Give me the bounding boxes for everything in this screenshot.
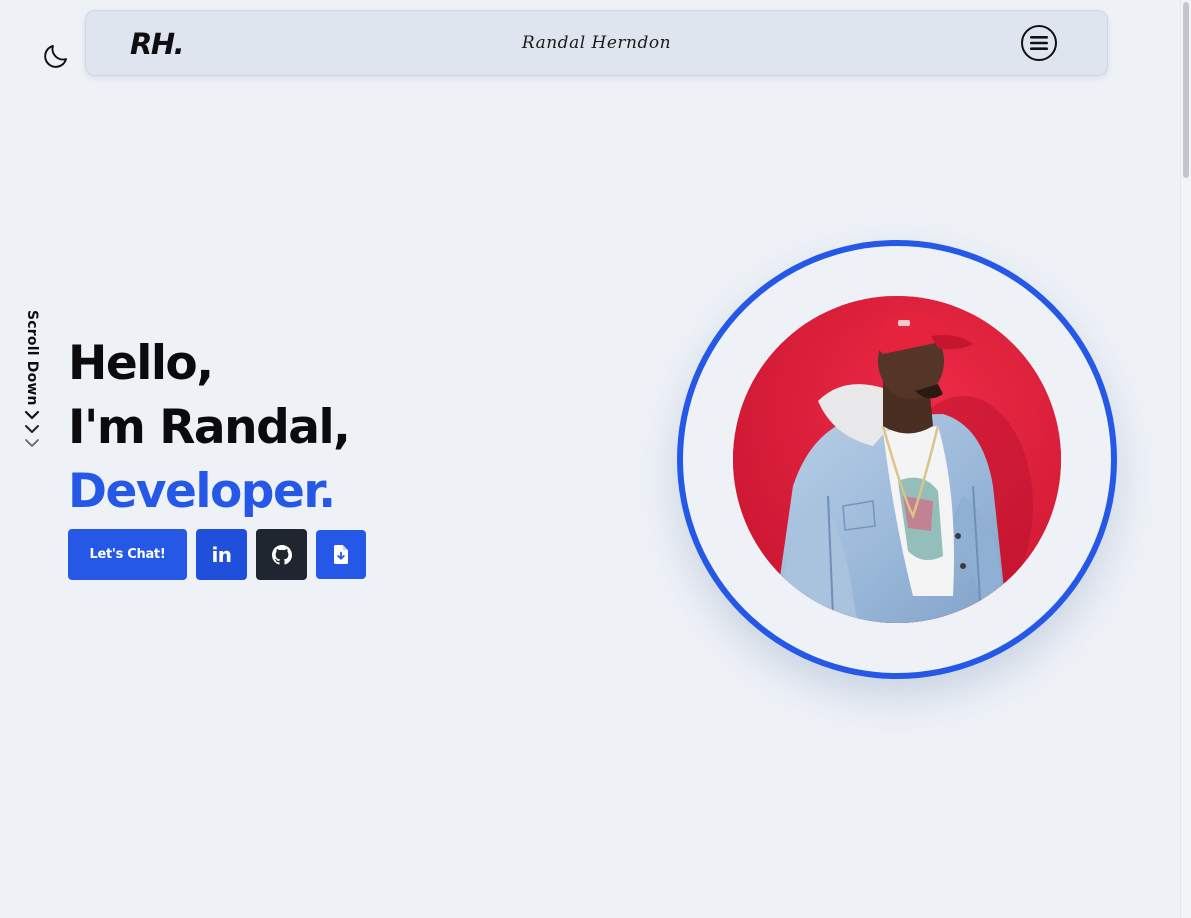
chevron-group <box>24 410 40 448</box>
hero-heading: Hello, I'm Randal, Developer. <box>68 332 351 524</box>
menu-icon <box>1030 36 1048 50</box>
chevron-down-icon <box>25 424 39 433</box>
menu-button[interactable] <box>1021 25 1057 61</box>
page: RH. Randal Herndon Scroll Down Hello, I'… <box>0 0 1191 918</box>
github-icon <box>271 544 292 565</box>
profile-photo <box>733 296 1061 623</box>
github-button[interactable] <box>256 529 307 580</box>
lets-chat-button[interactable]: Let's Chat! <box>68 529 187 580</box>
page-scrollbar[interactable] <box>1180 0 1191 918</box>
linkedin-icon: in <box>211 542 232 567</box>
resume-download-button[interactable] <box>316 530 366 579</box>
scrollbar-thumb[interactable] <box>1183 2 1189 178</box>
hero-actions: Let's Chat! in <box>68 529 366 580</box>
hero-role: Developer. <box>68 464 336 519</box>
hero-name: I'm Randal, <box>68 400 351 455</box>
header-bar: RH. Randal Herndon <box>85 10 1108 76</box>
scroll-down-label: Scroll Down <box>24 310 40 406</box>
hero-greeting: Hello, <box>68 336 214 391</box>
chevron-down-icon <box>24 410 40 419</box>
scroll-down-indicator[interactable]: Scroll Down <box>18 310 46 448</box>
linkedin-button[interactable]: in <box>196 529 247 580</box>
theme-toggle-button[interactable] <box>38 38 74 74</box>
moon-icon <box>44 45 67 68</box>
chevron-down-icon <box>25 438 39 447</box>
file-download-icon <box>334 545 348 564</box>
signature-name: Randal Herndon <box>521 33 672 53</box>
